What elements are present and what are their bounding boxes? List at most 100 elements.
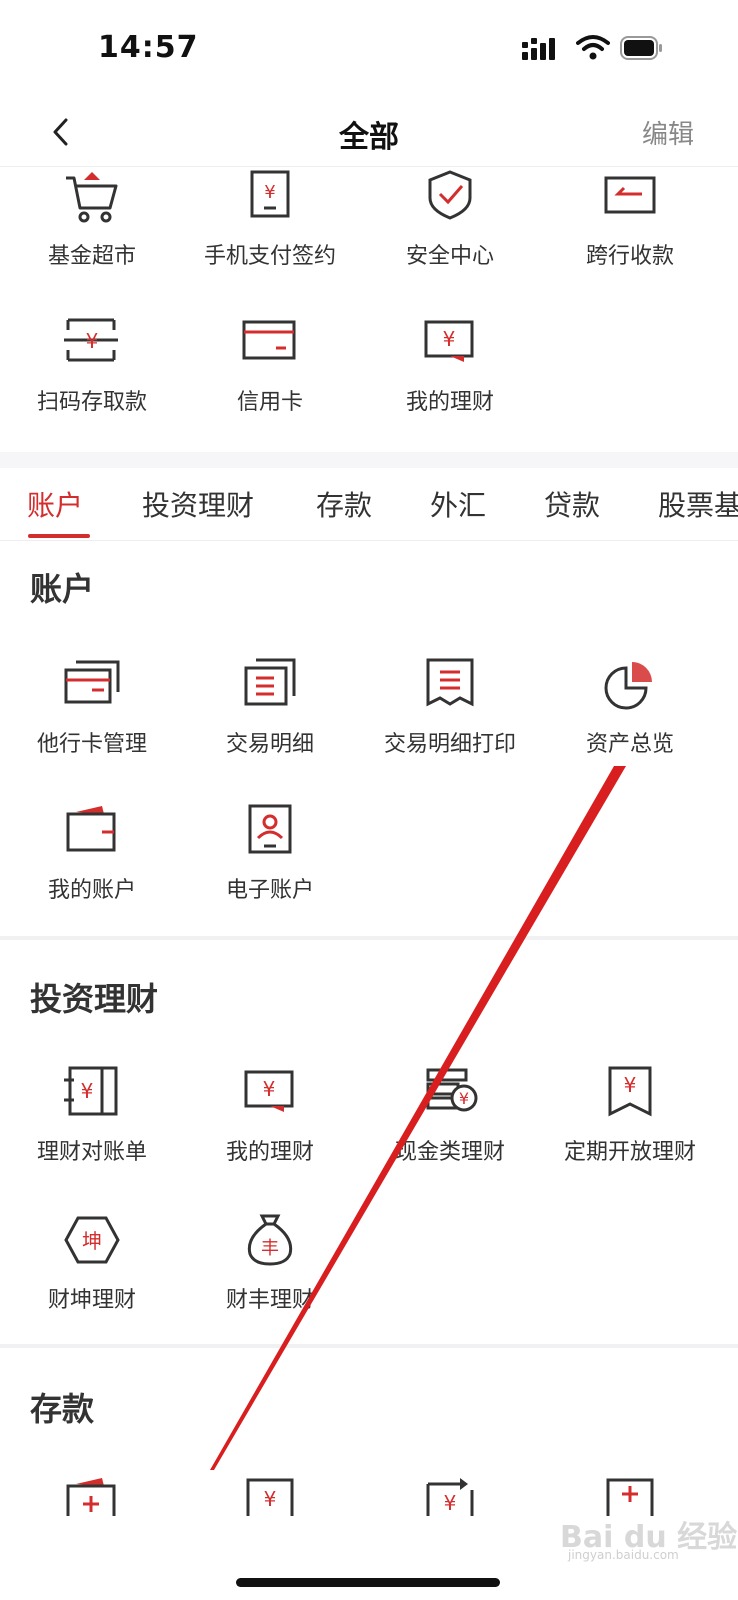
- grid-item-label: 跨行收款: [585, 244, 674, 269]
- grid-item-e-account[interactable]: 电子账户: [178, 804, 362, 934]
- grid-item-deposit-3[interactable]: ¥: [358, 1476, 542, 1516]
- nav-bar: 全部 编辑: [0, 100, 738, 167]
- section-divider: [0, 936, 738, 940]
- hexagon-kun-icon: 坤: [64, 1216, 120, 1264]
- watermark-url: jingyan.baidu.com: [568, 1548, 679, 1562]
- grid-item-caifeng-finance[interactable]: 丰 财丰理财: [178, 1214, 362, 1344]
- grid-item-deposit-1[interactable]: [0, 1476, 184, 1516]
- grid-item-label: 理财对账单: [36, 1140, 147, 1165]
- grid-item-label: 手机支付签约: [203, 244, 336, 269]
- grid-item-label: 扫码存取款: [36, 390, 147, 415]
- edit-button[interactable]: 编辑: [642, 114, 694, 151]
- shield-icon: [428, 170, 472, 220]
- grid-item-my-account[interactable]: 我的账户: [0, 804, 184, 934]
- section-divider: [0, 1344, 738, 1348]
- tab-stock-fund[interactable]: 股票基金: [658, 484, 738, 524]
- section-title-investment: 投资理财: [30, 980, 159, 1018]
- grid-item-my-finance[interactable]: ¥ 我的理财: [178, 1066, 362, 1196]
- grid-item-label: 电子账户: [225, 878, 314, 903]
- battery-icon: [620, 36, 662, 60]
- credit-card-icon: [242, 320, 296, 360]
- plus-doc-icon: [606, 1478, 654, 1516]
- grid-item-security-center[interactable]: 安全中心: [358, 170, 542, 300]
- tab-loan[interactable]: 贷款: [544, 484, 600, 524]
- phone-yen-icon: ¥: [250, 170, 290, 218]
- wifi-icon: [576, 35, 610, 60]
- grid-item-other-bank-card[interactable]: 他行卡管理: [0, 658, 184, 788]
- yen-screen-icon: ¥: [424, 320, 474, 362]
- cart-icon: [66, 172, 118, 223]
- yen-bookmark-icon: ¥: [608, 1066, 652, 1117]
- page-title: 全部: [339, 120, 399, 155]
- pie-chart-icon: [604, 662, 652, 710]
- yen-loop-icon: ¥: [426, 1478, 474, 1516]
- svg-text:¥: ¥: [443, 327, 456, 351]
- svg-text:¥: ¥: [264, 182, 275, 203]
- grid-item-label: 安全中心: [405, 244, 494, 269]
- tab-deposit[interactable]: 存款: [316, 484, 372, 524]
- yen-box-icon: ¥: [246, 1478, 294, 1516]
- baidu-watermark: Bai du 经验 jingyan.baidu.com: [560, 1512, 737, 1568]
- plus-box-icon: [66, 1478, 116, 1516]
- svg-text:¥: ¥: [459, 1089, 469, 1108]
- coin-stack-icon: ¥: [426, 1068, 478, 1112]
- signal-icon: [522, 38, 555, 60]
- section-title-deposit: 存款: [30, 1390, 95, 1428]
- grid-item-deposit-2[interactable]: ¥: [178, 1476, 362, 1516]
- section-title-account: 账户: [30, 570, 95, 608]
- grid-item-label: 他行卡管理: [36, 732, 147, 757]
- tab-investment[interactable]: 投资理财: [142, 484, 254, 524]
- grid-item-label: 财坤理财: [47, 1288, 136, 1313]
- tab-forex[interactable]: 外汇: [430, 484, 486, 524]
- svg-text:¥: ¥: [86, 329, 99, 353]
- grid-item-label: 交易明细打印: [383, 732, 516, 757]
- wallet-icon: [66, 806, 116, 852]
- grid-item-mobile-pay[interactable]: ¥ 手机支付签约: [178, 170, 362, 300]
- grid-item-interbank-receive[interactable]: 跨行收款: [538, 170, 722, 300]
- receipt-icon: [426, 658, 474, 707]
- grid-item-label: 财丰理财: [225, 1288, 314, 1313]
- grid-item-label: 现金类理财: [394, 1140, 505, 1165]
- svg-text:¥: ¥: [444, 1491, 457, 1515]
- grid-item-label: 交易明细: [225, 732, 314, 757]
- category-tabs: 账户 投资理财 存款 外汇 贷款 股票基金: [0, 468, 738, 541]
- cards-stack-icon: [64, 660, 120, 704]
- card-arrow-icon: [604, 176, 656, 214]
- money-bag-icon: 丰: [247, 1214, 293, 1266]
- grid-item-fund-market[interactable]: 基金超市: [0, 170, 184, 300]
- svg-text:¥: ¥: [81, 1079, 94, 1103]
- grid-item-label: 我的账户: [47, 878, 136, 903]
- yen-screen-icon: ¥: [244, 1070, 294, 1112]
- doc-stack-icon: [244, 658, 296, 706]
- yen-book-icon: ¥: [64, 1066, 118, 1116]
- id-card-icon: [248, 804, 292, 854]
- hexagon-kun-glyph: 坤: [82, 1229, 102, 1253]
- tab-account[interactable]: 账户: [27, 484, 83, 524]
- grid-item-transaction-print[interactable]: 交易明细打印: [358, 658, 542, 788]
- svg-text:¥: ¥: [263, 1077, 276, 1101]
- grid-item-cash-finance[interactable]: ¥ 现金类理财: [358, 1066, 542, 1196]
- grid-item-label: 资产总览: [585, 732, 674, 757]
- section-gap: [0, 452, 738, 468]
- svg-text:¥: ¥: [264, 1487, 277, 1511]
- grid-item-finance-statement[interactable]: ¥ 理财对账单: [0, 1066, 184, 1196]
- grid-item-deposit-4[interactable]: [538, 1476, 722, 1516]
- grid-item-scan-deposit[interactable]: ¥ 扫码存取款: [0, 316, 184, 446]
- grid-item-asset-overview[interactable]: 资产总览: [538, 658, 722, 788]
- home-indicator[interactable]: [236, 1578, 500, 1587]
- tab-active-indicator: [28, 534, 90, 538]
- grid-item-label: 基金超市: [47, 244, 136, 269]
- grid-item-label: 定期开放理财: [563, 1140, 696, 1165]
- money-bag-glyph: 丰: [261, 1238, 279, 1259]
- grid-item-transaction-detail[interactable]: 交易明细: [178, 658, 362, 788]
- grid-item-label: 信用卡: [236, 390, 303, 415]
- grid-item-periodic-open-finance[interactable]: ¥ 定期开放理财: [538, 1066, 722, 1196]
- grid-item-caikun-finance[interactable]: 坤 财坤理财: [0, 1214, 184, 1344]
- status-time: 14:57: [98, 30, 199, 65]
- status-bar: 14:57: [0, 0, 738, 100]
- grid-item-my-finance-top[interactable]: ¥ 我的理财: [358, 316, 542, 446]
- grid-item-label: 我的理财: [405, 390, 494, 415]
- grid-item-credit-card[interactable]: 信用卡: [178, 316, 362, 446]
- grid-item-label: 我的理财: [225, 1140, 314, 1165]
- svg-text:¥: ¥: [624, 1073, 637, 1097]
